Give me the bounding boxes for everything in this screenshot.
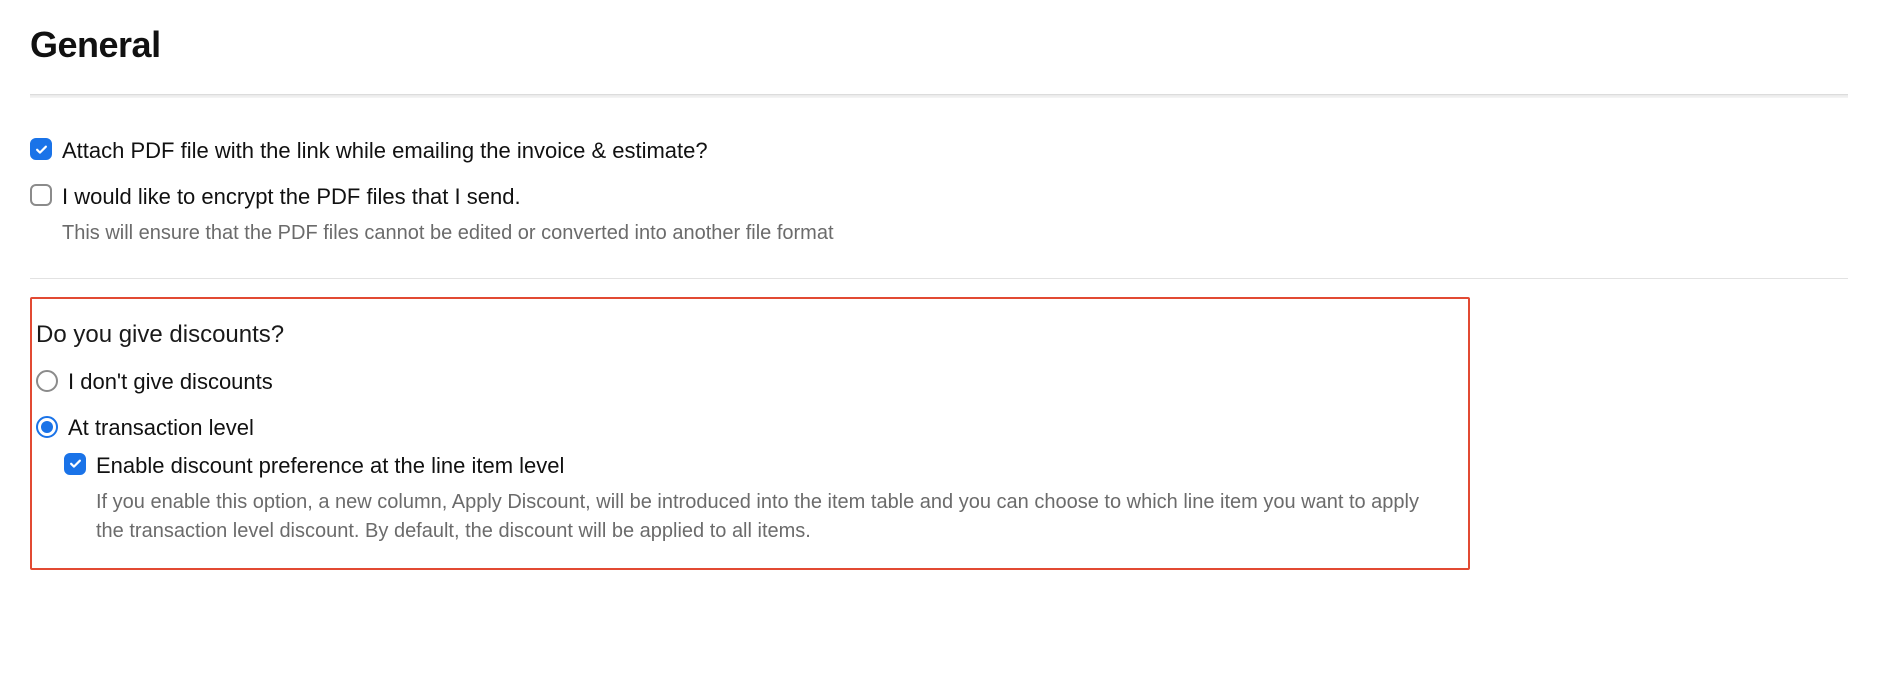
check-icon bbox=[34, 142, 49, 157]
discount-option-none-row: I don't give discounts bbox=[36, 367, 1450, 397]
page-header: General bbox=[0, 0, 1878, 94]
section-divider bbox=[30, 278, 1848, 279]
encrypt-pdf-help: This will ensure that the PDF files cann… bbox=[30, 219, 1848, 248]
discounts-section: Do you give discounts? I don't give disc… bbox=[30, 297, 1470, 570]
line-item-pref-help: If you enable this option, a new column,… bbox=[64, 488, 1444, 546]
line-item-pref-checkbox[interactable] bbox=[64, 453, 86, 475]
check-icon bbox=[68, 456, 83, 471]
page-title: General bbox=[30, 24, 1848, 66]
encrypt-pdf-checkbox[interactable] bbox=[30, 184, 52, 206]
line-item-pref-block: Enable discount preference at the line i… bbox=[36, 451, 1450, 547]
discount-option-transaction-label: At transaction level bbox=[68, 413, 254, 443]
discount-option-transaction-row: At transaction level bbox=[36, 413, 1450, 443]
attach-pdf-label: Attach PDF file with the link while emai… bbox=[62, 136, 708, 166]
encrypt-pdf-label: I would like to encrypt the PDF files th… bbox=[62, 182, 521, 212]
pdf-section: Attach PDF file with the link while emai… bbox=[30, 98, 1848, 279]
discounts-heading: Do you give discounts? bbox=[36, 321, 1450, 349]
encrypt-pdf-row: I would like to encrypt the PDF files th… bbox=[30, 182, 1848, 212]
line-item-pref-label: Enable discount preference at the line i… bbox=[96, 451, 564, 481]
attach-pdf-checkbox[interactable] bbox=[30, 138, 52, 160]
discount-option-none-label: I don't give discounts bbox=[68, 367, 273, 397]
discount-radio-none[interactable] bbox=[36, 370, 58, 392]
content-area: Attach PDF file with the link while emai… bbox=[0, 98, 1878, 570]
attach-pdf-row: Attach PDF file with the link while emai… bbox=[30, 136, 1848, 166]
line-item-pref-row: Enable discount preference at the line i… bbox=[64, 451, 1450, 481]
radio-dot-icon bbox=[41, 421, 53, 433]
discount-radio-transaction[interactable] bbox=[36, 416, 58, 438]
